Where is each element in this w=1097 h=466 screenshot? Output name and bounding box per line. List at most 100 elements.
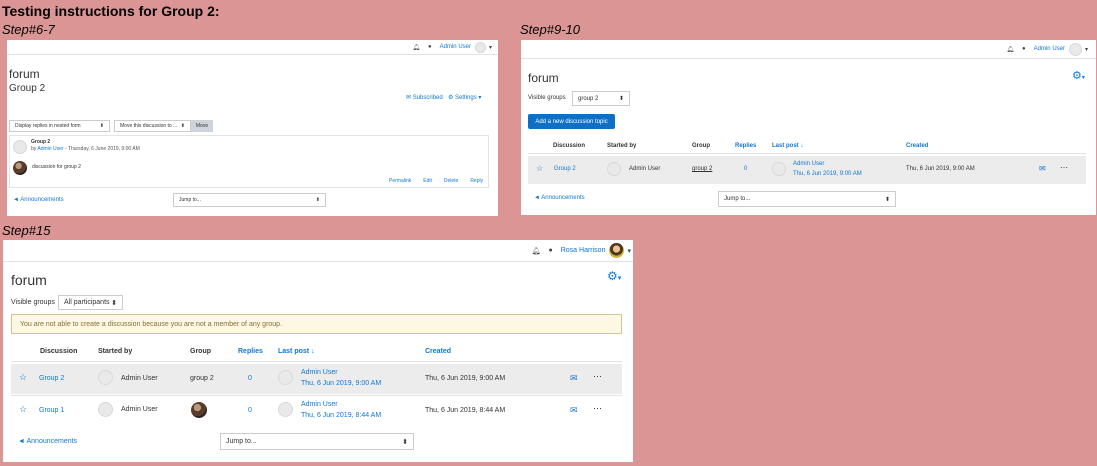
col-header-replies[interactable]: Replies xyxy=(238,348,263,355)
delete-link[interactable]: Delete xyxy=(444,178,458,184)
replies-count[interactable]: 0 xyxy=(248,375,252,382)
starter-avatar[interactable] xyxy=(98,402,113,417)
step-label-6-7: Step#6-7 xyxy=(2,22,55,37)
select-arrows-icon: ⬍ xyxy=(180,123,185,129)
select-arrows-icon: ⬍ xyxy=(111,299,117,307)
discussion-link[interactable]: Group 2 xyxy=(554,166,576,172)
subscribe-envelope-icon[interactable]: ✉ xyxy=(570,405,578,416)
settings-menu[interactable]: ⚙ Settings ▾ xyxy=(448,94,481,101)
chevron-down-icon[interactable]: ▾ xyxy=(627,247,631,255)
gear-icon[interactable]: ⚙▾ xyxy=(607,269,621,283)
announcements-link[interactable]: ◄ Announcements xyxy=(534,195,585,201)
user-menu-name[interactable]: Admin User xyxy=(1034,46,1065,52)
select-arrows-icon: ⬍ xyxy=(315,197,320,203)
jump-to-select[interactable]: Jump to... ⬍ xyxy=(220,433,414,450)
gear-icon[interactable]: ⚙▾ xyxy=(1072,69,1085,82)
add-discussion-button[interactable]: Add a new discussion topic xyxy=(528,114,615,129)
envelope-icon: ✉ xyxy=(406,95,413,101)
col-header-group: Group xyxy=(190,348,211,355)
permalink-link[interactable]: Permalink xyxy=(389,178,411,184)
post-author-link[interactable]: Admin User xyxy=(37,146,63,152)
last-post-date[interactable]: Thu, 6 Jun 2019, 9:00 AM xyxy=(301,380,381,387)
col-header-started-by: Started by xyxy=(607,143,637,149)
col-header-created[interactable]: Created xyxy=(906,143,928,149)
col-header-group: Group xyxy=(692,143,710,149)
screenshot-step-9-10: 🔔︎ ● Admin User ▾ forum ⚙▾ Visible group… xyxy=(521,40,1096,215)
table-header-divider xyxy=(528,153,1086,154)
star-icon[interactable]: ☆ xyxy=(536,164,543,173)
more-actions-icon[interactable]: ⋯ xyxy=(1060,163,1068,172)
subscribe-envelope-icon[interactable]: ✉ xyxy=(570,373,578,384)
group-name: group 2 xyxy=(190,375,214,382)
star-icon[interactable]: ☆ xyxy=(19,372,27,383)
screenshot-step-15: 🔔︎ ● Rosa Harrison ▾ forum ⚙▾ Visible gr… xyxy=(3,240,633,462)
col-header-last-post[interactable]: Last post ↓ xyxy=(278,348,315,355)
last-post-avatar[interactable] xyxy=(278,402,293,417)
user-avatar[interactable] xyxy=(1068,42,1082,56)
starter-avatar[interactable] xyxy=(607,162,621,176)
last-post-date[interactable]: Thu, 6 Jun 2019, 8:44 AM xyxy=(301,412,381,419)
col-header-last-post[interactable]: Last post ↓ xyxy=(772,143,803,149)
more-actions-icon[interactable]: ⋯ xyxy=(593,403,602,414)
last-post-user[interactable]: Admin User xyxy=(301,401,338,408)
last-post-user[interactable]: Admin User xyxy=(301,369,338,376)
bell-icon[interactable]: 🔔︎ xyxy=(532,247,541,255)
replies-count[interactable]: 0 xyxy=(744,166,747,172)
reply-link[interactable]: Reply xyxy=(470,178,483,184)
group-link[interactable]: group 2 xyxy=(692,166,712,172)
col-header-started-by: Started by xyxy=(98,348,133,355)
user-menu-name[interactable]: Rosa Harrison xyxy=(561,247,606,254)
bell-icon[interactable]: 🔔︎ xyxy=(412,44,420,51)
discussion-link[interactable]: Group 2 xyxy=(39,375,64,382)
page-title: forum xyxy=(9,67,40,81)
post-author-avatar[interactable] xyxy=(13,140,27,154)
more-actions-icon[interactable]: ⋯ xyxy=(593,371,602,382)
announcements-link[interactable]: ◄ Announcements xyxy=(18,438,77,445)
screenshot-step-6-7: 🔔︎ ● Admin User ▾ forum Group 2 ✉ Subscr… xyxy=(7,40,498,216)
replies-count[interactable]: 0 xyxy=(248,407,252,414)
bell-icon[interactable]: 🔔︎ xyxy=(1006,46,1014,53)
sort-desc-icon: ↓ xyxy=(311,348,315,355)
created-date: Thu, 6 Jun 2019, 9:00 AM xyxy=(425,375,506,382)
page-heading: Testing instructions for Group 2: xyxy=(2,3,220,19)
chevron-down-icon[interactable]: ▾ xyxy=(1085,46,1088,53)
last-post-avatar[interactable] xyxy=(278,370,293,385)
visible-groups-select[interactable]: All participants ⬍ xyxy=(58,295,123,310)
last-post-date[interactable]: Thu, 6 Jun 2019, 9:00 AM xyxy=(793,171,862,177)
user-menu-name[interactable]: Admin User xyxy=(440,44,471,50)
user-avatar[interactable] xyxy=(609,243,625,258)
move-button[interactable]: Move xyxy=(191,120,213,132)
subscribed-link[interactable]: ✉ Subscribed xyxy=(406,94,443,101)
col-header-replies[interactable]: Replies xyxy=(735,143,756,149)
star-icon[interactable]: ☆ xyxy=(19,404,27,415)
col-header-discussion: Discussion xyxy=(40,348,78,355)
started-by-name: Admin User xyxy=(629,166,661,172)
page-title: forum xyxy=(528,71,559,85)
move-discussion-select[interactable]: Move this discussion to ... ⬍ xyxy=(114,120,191,132)
announcements-link[interactable]: ◄ Announcements xyxy=(13,197,64,203)
user-avatar[interactable] xyxy=(474,41,486,53)
message-icon[interactable]: ● xyxy=(549,247,553,254)
edit-link[interactable]: Edit xyxy=(423,178,432,184)
visible-groups-label: Visible groups xyxy=(528,95,566,101)
last-post-user[interactable]: Admin User xyxy=(793,161,824,167)
jump-to-select[interactable]: Jump to... ⬍ xyxy=(173,193,326,207)
display-mode-select[interactable]: Display replies in nested form ⬍ xyxy=(9,120,110,132)
last-post-avatar[interactable] xyxy=(772,162,786,176)
discussion-link[interactable]: Group 1 xyxy=(39,407,64,414)
discussion-title: Group 2 xyxy=(9,83,46,94)
visible-groups-select[interactable]: group 2 ⬍ xyxy=(572,91,630,106)
col-header-created[interactable]: Created xyxy=(425,348,451,355)
select-arrows-icon: ⬍ xyxy=(618,96,624,102)
sort-desc-icon: ↓ xyxy=(800,143,804,149)
chevron-down-icon[interactable]: ▾ xyxy=(489,44,492,51)
navbar: 🔔︎ ● Admin User ▾ xyxy=(7,40,498,55)
message-icon[interactable]: ● xyxy=(428,44,432,50)
page-title: forum xyxy=(11,272,47,288)
subscribe-envelope-icon[interactable]: ✉ xyxy=(1039,164,1046,173)
message-icon[interactable]: ● xyxy=(1022,46,1026,52)
visible-groups-label: Visible groups xyxy=(11,299,55,306)
jump-to-select[interactable]: Jump to... ⬍ xyxy=(718,191,896,207)
starter-avatar[interactable] xyxy=(98,370,113,385)
select-arrows-icon: ⬍ xyxy=(99,123,104,129)
